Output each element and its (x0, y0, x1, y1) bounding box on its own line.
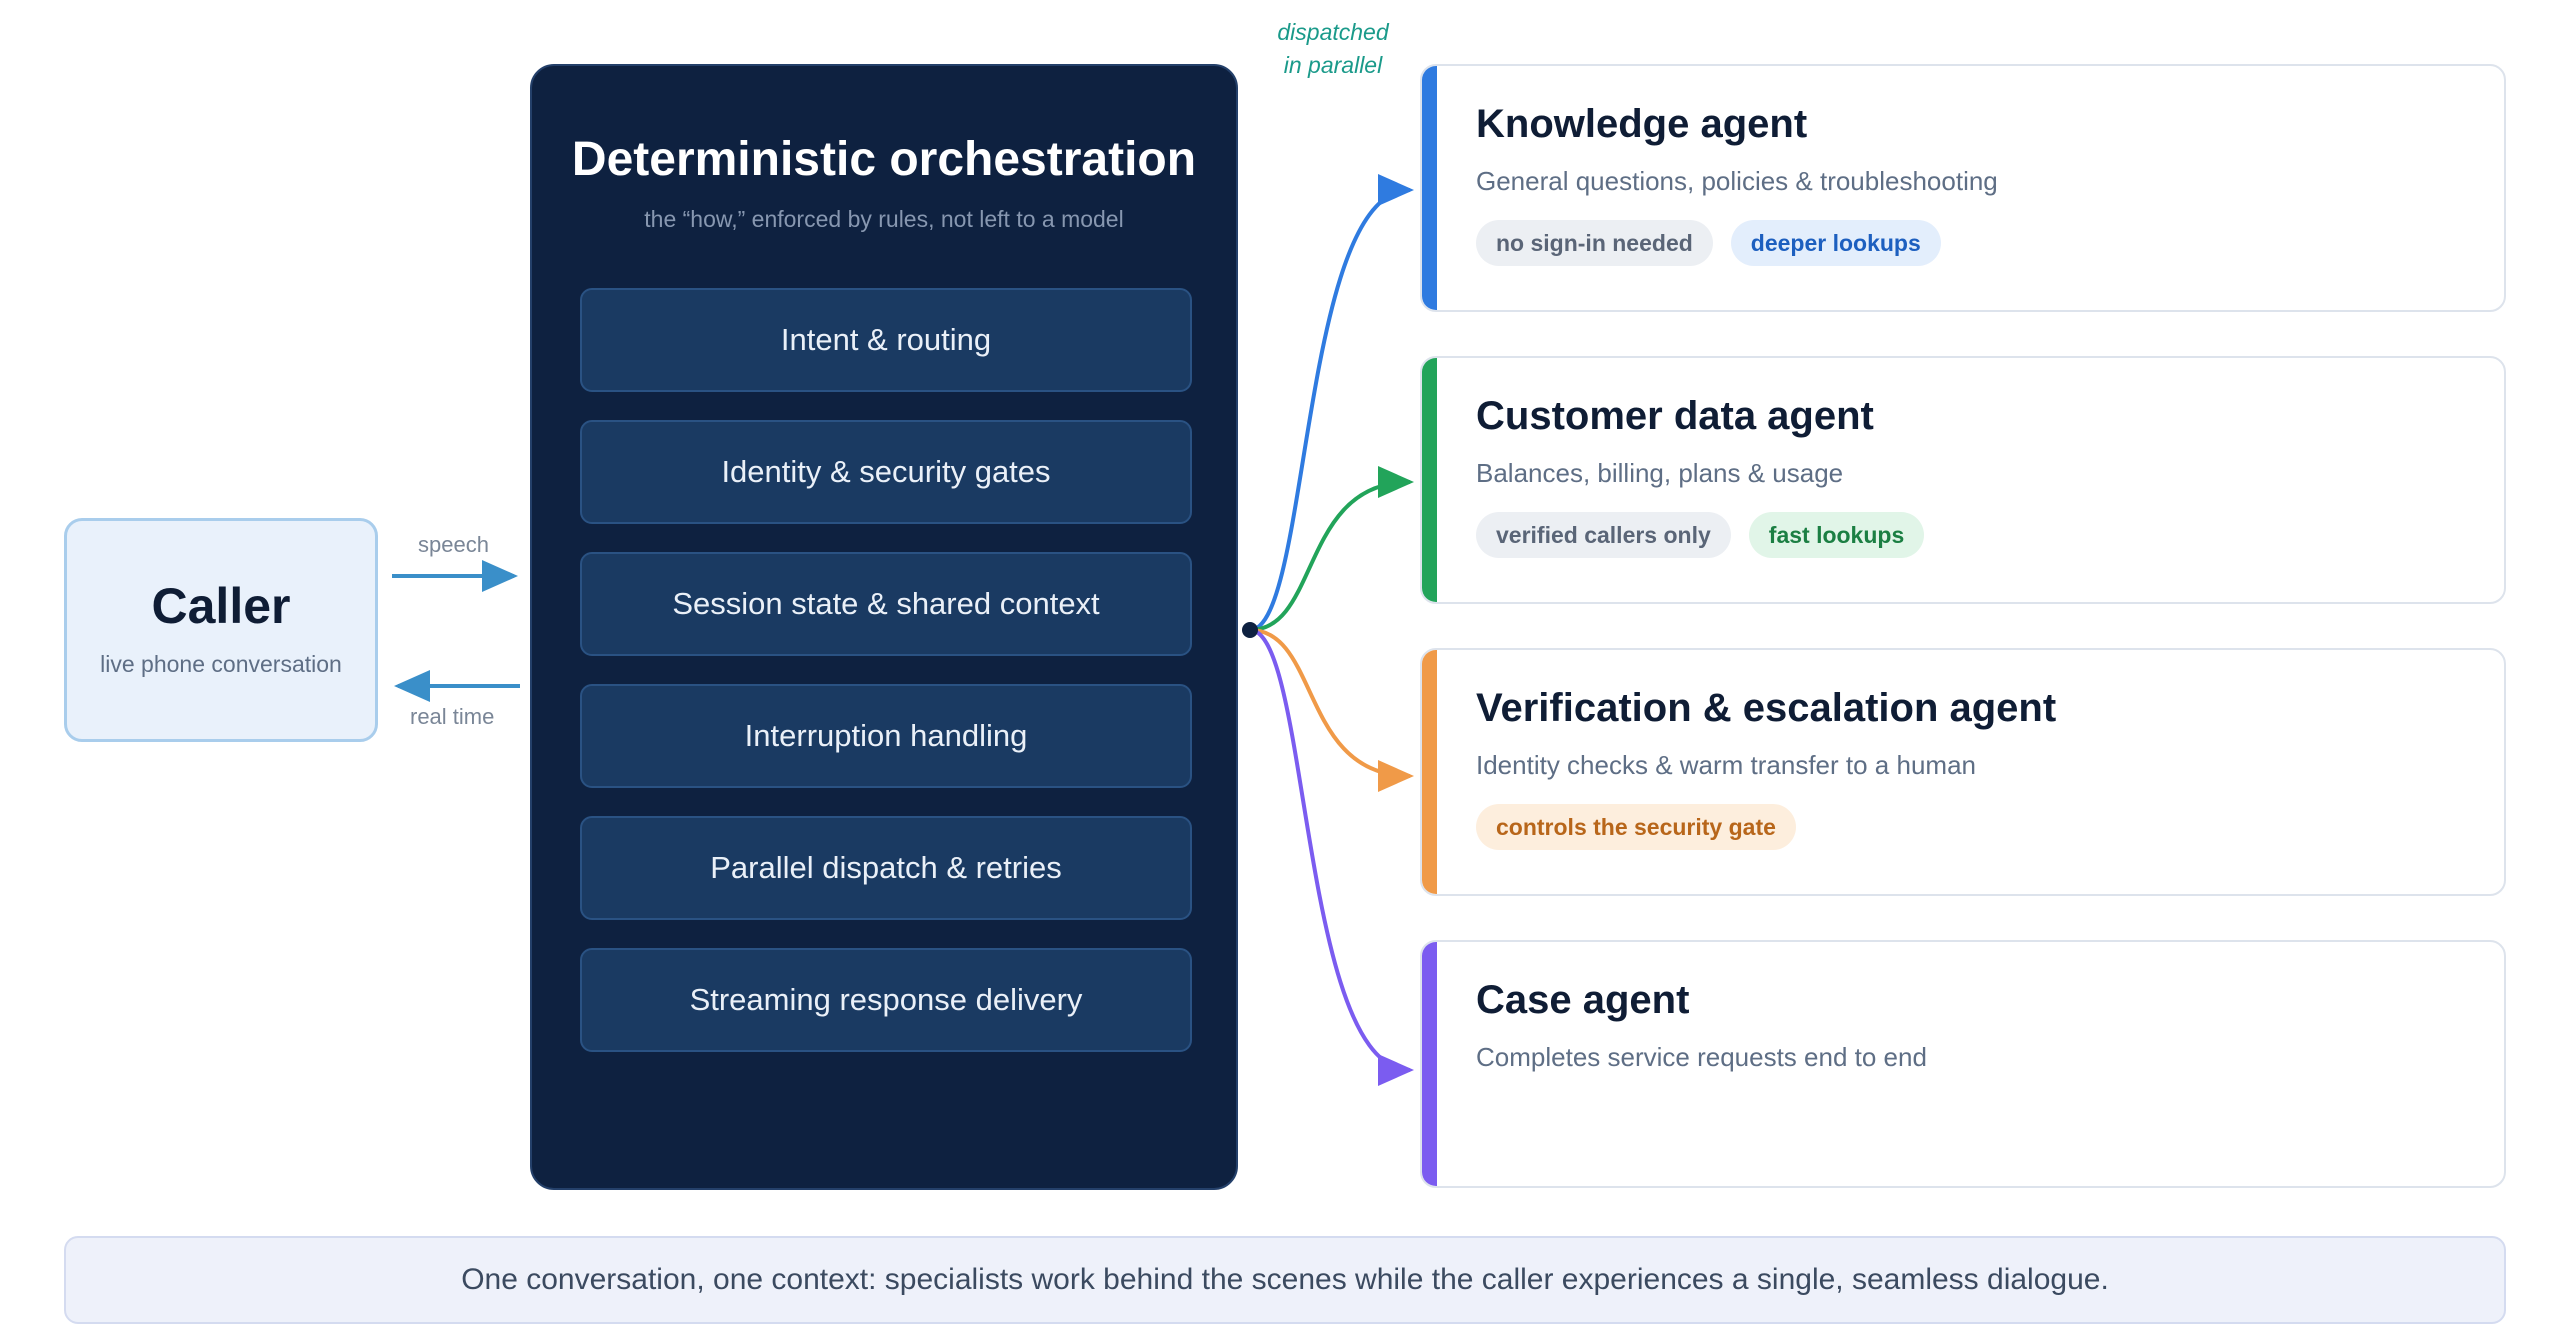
agent-tag: fast lookups (1748, 512, 1925, 558)
dispatch-curve-case (1249, 628, 1414, 1086)
agent-card-customer-data: Customer data agent Balances, billing, p… (1420, 356, 2506, 604)
orchestration-title: Deterministic orchestration (571, 133, 1197, 186)
agent-card-verification-escalation: Verification & escalation agent Identity… (1420, 648, 2506, 896)
agent-title: Customer data agent (1476, 394, 1874, 438)
agent-tags: verified callers only fast lookups (1476, 512, 1925, 558)
agent-description: Balances, billing, plans & usage (1476, 458, 1844, 488)
agent-tag: deeper lookups (1730, 220, 1941, 266)
caller-title: Caller (151, 578, 291, 634)
agent-title: Case agent (1476, 978, 1690, 1022)
agent-accent-bar (1422, 942, 1437, 1186)
orchestration-step: Intent & routing (580, 288, 1192, 392)
agent-description: Completes service requests end to end (1476, 1042, 1927, 1072)
orchestration-step: Interruption handling (580, 684, 1192, 788)
orchestration-panel: Deterministic orchestration the “how,” e… (530, 64, 1238, 1190)
agent-title: Knowledge agent (1476, 102, 1808, 146)
agent-tag: no sign-in needed (1476, 220, 1713, 266)
dispatch-label-line2: in parallel (1283, 52, 1383, 78)
agent-description: Identity checks & warm transfer to a hum… (1476, 750, 1976, 780)
agent-accent-bar (1422, 650, 1437, 894)
agent-card-knowledge: Knowledge agent General questions, polic… (1420, 64, 2506, 312)
agent-tag: verified callers only (1476, 512, 1731, 558)
caller-box: Caller live phone conversation (64, 518, 378, 742)
dispatch-curve-knowledge (1249, 174, 1414, 632)
dispatch-node (1242, 622, 1258, 638)
agent-tags: no sign-in needed deeper lookups (1476, 220, 1941, 266)
orchestration-step: Parallel dispatch & retries (580, 816, 1192, 920)
orchestration-step: Identity & security gates (580, 420, 1192, 524)
agent-accent-bar (1422, 358, 1437, 602)
dispatch-label-line1: dispatched (1277, 19, 1389, 45)
caller-subtitle: live phone conversation (100, 651, 342, 677)
agent-description: General questions, policies & troublesho… (1476, 166, 1998, 196)
footer-banner: One conversation, one context: specialis… (64, 1236, 2506, 1324)
agent-tags: controls the security gate (1476, 804, 1796, 850)
agent-title: Verification & escalation agent (1476, 686, 2057, 730)
agent-card-case: Case agent Completes service requests en… (1420, 940, 2506, 1188)
dispatch-curve-verification (1249, 628, 1414, 792)
dispatch-curve-customer-data (1249, 466, 1414, 632)
orchestration-subtitle: the “how,” enforced by rules, not left t… (644, 206, 1124, 232)
dispatch-label: dispatched in parallel (1240, 16, 1426, 82)
realtime-label: real time (410, 704, 495, 729)
orchestration-step: Streaming response delivery (580, 948, 1192, 1052)
speech-label: speech (418, 532, 489, 557)
agent-tag: controls the security gate (1476, 804, 1796, 850)
agent-accent-bar (1422, 66, 1437, 310)
orchestration-step: Session state & shared context (580, 552, 1192, 656)
